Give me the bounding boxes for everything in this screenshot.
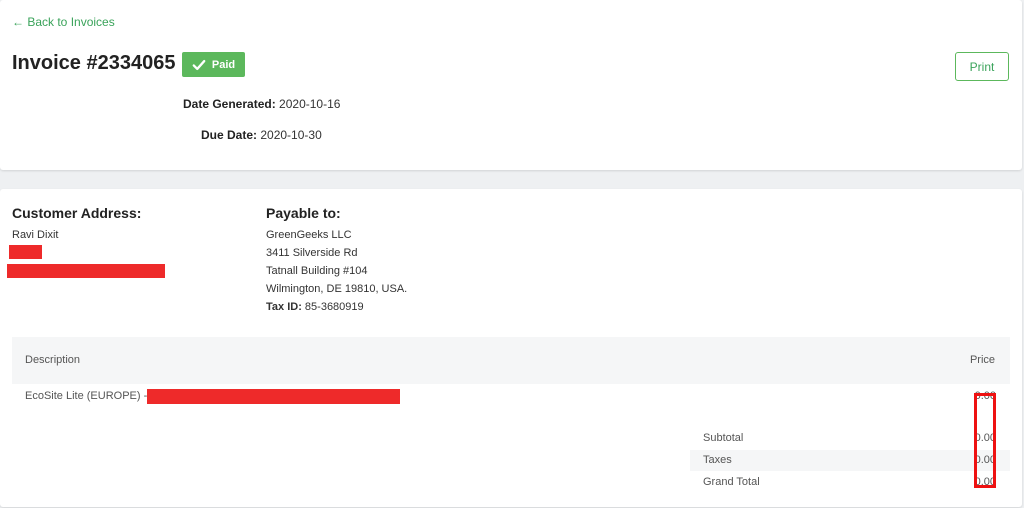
invoice-title: Invoice #2334065: [12, 52, 176, 74]
taxes-label: Taxes: [703, 454, 732, 466]
payable-line: 3411 Silverside Rd: [266, 247, 358, 259]
tax-id-label: Tax ID:: [266, 301, 302, 313]
date-generated: Date Generated: 2020-10-16: [183, 97, 340, 111]
date-generated-label: Date Generated:: [183, 97, 276, 111]
customer-address-heading: Customer Address:: [12, 205, 142, 221]
redaction-block: [147, 389, 400, 404]
subtotal-label: Subtotal: [703, 432, 744, 444]
tax-id-value: 85-3680919: [304, 301, 364, 313]
items-table-header: Description Price: [12, 337, 1010, 384]
checkmark-icon: [192, 59, 206, 70]
payable-line: Tatnall Building #104: [266, 265, 368, 277]
print-button[interactable]: Print: [955, 52, 1009, 81]
status-badge-label: Paid: [211, 58, 236, 71]
customer-name: Ravi Dixit: [12, 229, 59, 241]
due-date-label: Due Date:: [201, 128, 258, 142]
table-row-description: EcoSite Lite (EUROPE) -: [25, 390, 148, 402]
column-header-description: Description: [25, 354, 81, 366]
column-header-price: Price: [969, 354, 995, 366]
date-generated-value: 2020-10-16: [279, 97, 341, 111]
tax-id: Tax ID: 85-3680919: [266, 301, 364, 313]
redaction-block: [7, 264, 165, 278]
taxes-row-stripe: [690, 450, 1010, 471]
paid-status-badge: Paid: [182, 52, 245, 77]
payable-to-heading: Payable to:: [266, 205, 341, 221]
payable-line: GreenGeeks LLC: [266, 229, 352, 241]
payable-line: Wilmington, DE 19810, USA.: [266, 283, 408, 295]
redaction-block: [9, 245, 42, 259]
back-to-invoices-link[interactable]: ← Back to Invoices: [12, 15, 115, 29]
grand-total-label: Grand Total: [703, 476, 760, 488]
due-date: Due Date: 2020-10-30: [201, 128, 322, 142]
due-date-value: 2020-10-30: [260, 128, 322, 142]
highlight-annotation-box: [974, 393, 996, 488]
invoice-header-card: ← Back to Invoices Invoice #2334065 Paid…: [0, 0, 1022, 170]
